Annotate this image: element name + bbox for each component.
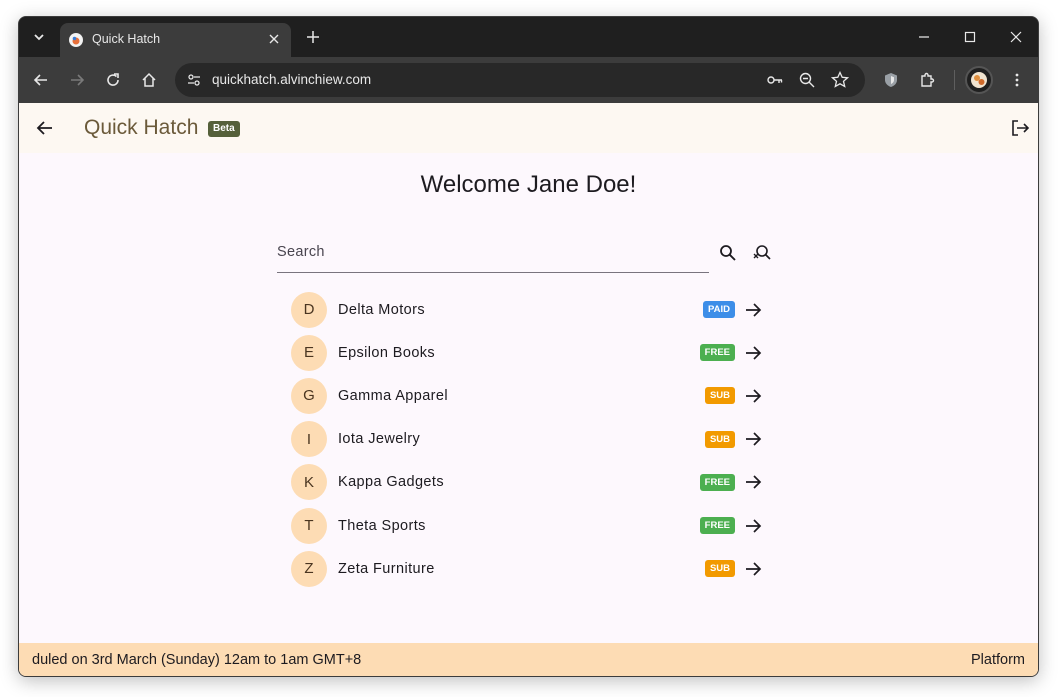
- close-icon: [1010, 31, 1022, 43]
- tab-strip: Quick Hatch: [19, 17, 1038, 57]
- plan-badge: SUB: [704, 387, 735, 405]
- tab-close-icon[interactable]: [265, 30, 283, 48]
- arrow-left-icon: [36, 121, 52, 135]
- back-button[interactable]: [33, 116, 57, 140]
- avatar: K: [291, 464, 327, 501]
- zoom-icon[interactable]: [798, 71, 816, 89]
- shield-icon: [885, 73, 897, 87]
- page-content: Quick Hatch Beta Welcome Jane Doe! D Del…: [19, 103, 1038, 676]
- url-text[interactable]: quickhatch.alvinchiew.com: [212, 72, 371, 87]
- merchant-name: Delta Motors: [338, 301, 425, 318]
- plan-badge: FREE: [699, 473, 735, 491]
- arrow-left-icon: [33, 74, 47, 86]
- maximize-icon: [964, 31, 976, 43]
- profile-avatar-icon: [971, 72, 987, 88]
- list-item[interactable]: K Kappa Gadgets FREE: [291, 461, 763, 504]
- chevron-down-icon: [34, 34, 44, 41]
- list-item[interactable]: D Delta Motors PAID: [291, 288, 763, 331]
- search-button[interactable]: [716, 241, 740, 265]
- plan-badge: FREE: [699, 344, 735, 362]
- app-title: Quick Hatch: [84, 116, 199, 139]
- avatar: D: [291, 291, 327, 328]
- plus-icon: [307, 31, 319, 43]
- puzzle-icon: [921, 72, 935, 87]
- avatar: E: [291, 334, 327, 371]
- search-icon: [720, 245, 736, 261]
- arrow-right-icon[interactable]: [743, 343, 763, 363]
- favicon-icon: [69, 33, 83, 47]
- search-input[interactable]: [277, 237, 709, 267]
- list-item[interactable]: I Iota Jewelry SUB: [291, 418, 763, 461]
- plan-badge: FREE: [699, 517, 735, 535]
- home-button[interactable]: [137, 68, 161, 92]
- arrow-right-icon: [71, 74, 85, 86]
- profile-avatar-button[interactable]: [965, 66, 993, 94]
- avatar: T: [291, 507, 327, 544]
- list-item[interactable]: T Theta Sports FREE: [291, 504, 763, 547]
- search-field[interactable]: [277, 237, 709, 273]
- bookmark-star-icon[interactable]: [831, 71, 849, 89]
- app-bar: Quick Hatch Beta: [19, 103, 1038, 153]
- extension-shield-button[interactable]: [879, 68, 903, 92]
- merchant-name: Gamma Apparel: [338, 387, 448, 404]
- merchant-name: Theta Sports: [338, 517, 426, 534]
- tab-title: Quick Hatch: [92, 32, 161, 46]
- browser-forward-button[interactable]: [65, 68, 89, 92]
- extensions-button[interactable]: [915, 68, 939, 92]
- avatar: I: [291, 421, 327, 458]
- arrow-right-icon[interactable]: [743, 300, 763, 320]
- avatar: Z: [291, 550, 327, 587]
- maintenance-banner: duled on 3rd March (Sunday) 12am to 1am …: [19, 643, 1038, 676]
- merchant-name: Kappa Gadgets: [338, 474, 444, 491]
- reload-button[interactable]: [101, 68, 125, 92]
- plan-badge: SUB: [704, 430, 735, 448]
- arrow-right-icon[interactable]: [743, 516, 763, 536]
- minimize-button[interactable]: [901, 17, 947, 57]
- address-bar[interactable]: quickhatch.alvinchiew.com: [175, 63, 865, 97]
- browser-back-button[interactable]: [29, 68, 53, 92]
- arrow-right-icon[interactable]: [743, 429, 763, 449]
- maximize-button[interactable]: [947, 17, 993, 57]
- more-vert-icon: [1015, 73, 1019, 87]
- merchant-name: Zeta Furniture: [338, 560, 435, 577]
- close-window-button[interactable]: [993, 17, 1038, 57]
- search-off-icon: [753, 245, 771, 260]
- browser-toolbar: quickhatch.alvinchiew.com: [19, 57, 1038, 103]
- merchant-name: Epsilon Books: [338, 344, 436, 361]
- password-key-icon[interactable]: [766, 71, 784, 89]
- list-item[interactable]: Z Zeta Furniture SUB: [291, 547, 763, 590]
- toolbar-divider: [954, 70, 955, 90]
- list-item[interactable]: G Gamma Apparel SUB: [291, 374, 763, 417]
- arrow-right-icon[interactable]: [743, 386, 763, 406]
- logout-button[interactable]: [1008, 116, 1032, 140]
- arrow-right-icon[interactable]: [743, 472, 763, 492]
- minimize-icon: [919, 36, 929, 38]
- merchant-list: D Delta Motors PAID E Epsilon Books FREE…: [291, 288, 763, 590]
- browser-menu-button[interactable]: [1005, 68, 1029, 92]
- browser-tab[interactable]: Quick Hatch: [60, 23, 291, 57]
- plan-badge: SUB: [704, 560, 735, 578]
- logout-icon: [1012, 120, 1030, 136]
- reload-icon: [107, 73, 119, 86]
- site-info-icon[interactable]: [181, 67, 207, 93]
- list-item[interactable]: E Epsilon Books FREE: [291, 331, 763, 374]
- new-tab-button[interactable]: [301, 25, 325, 49]
- beta-badge: Beta: [208, 121, 240, 137]
- merchant-name: Iota Jewelry: [338, 431, 421, 448]
- platform-label: Platform: [971, 652, 1025, 668]
- tab-search-button[interactable]: [27, 25, 51, 49]
- arrow-right-icon[interactable]: [743, 559, 763, 579]
- marquee-text: duled on 3rd March (Sunday) 12am to 1am …: [32, 652, 362, 668]
- plan-badge: PAID: [703, 301, 735, 319]
- avatar: G: [291, 377, 327, 414]
- clear-search-button[interactable]: [750, 241, 774, 265]
- browser-window: Quick Hatch quickhatch.alvinchiew.com Qu…: [18, 16, 1039, 677]
- welcome-heading: Welcome Jane Doe!: [420, 171, 637, 198]
- home-icon: [142, 72, 156, 87]
